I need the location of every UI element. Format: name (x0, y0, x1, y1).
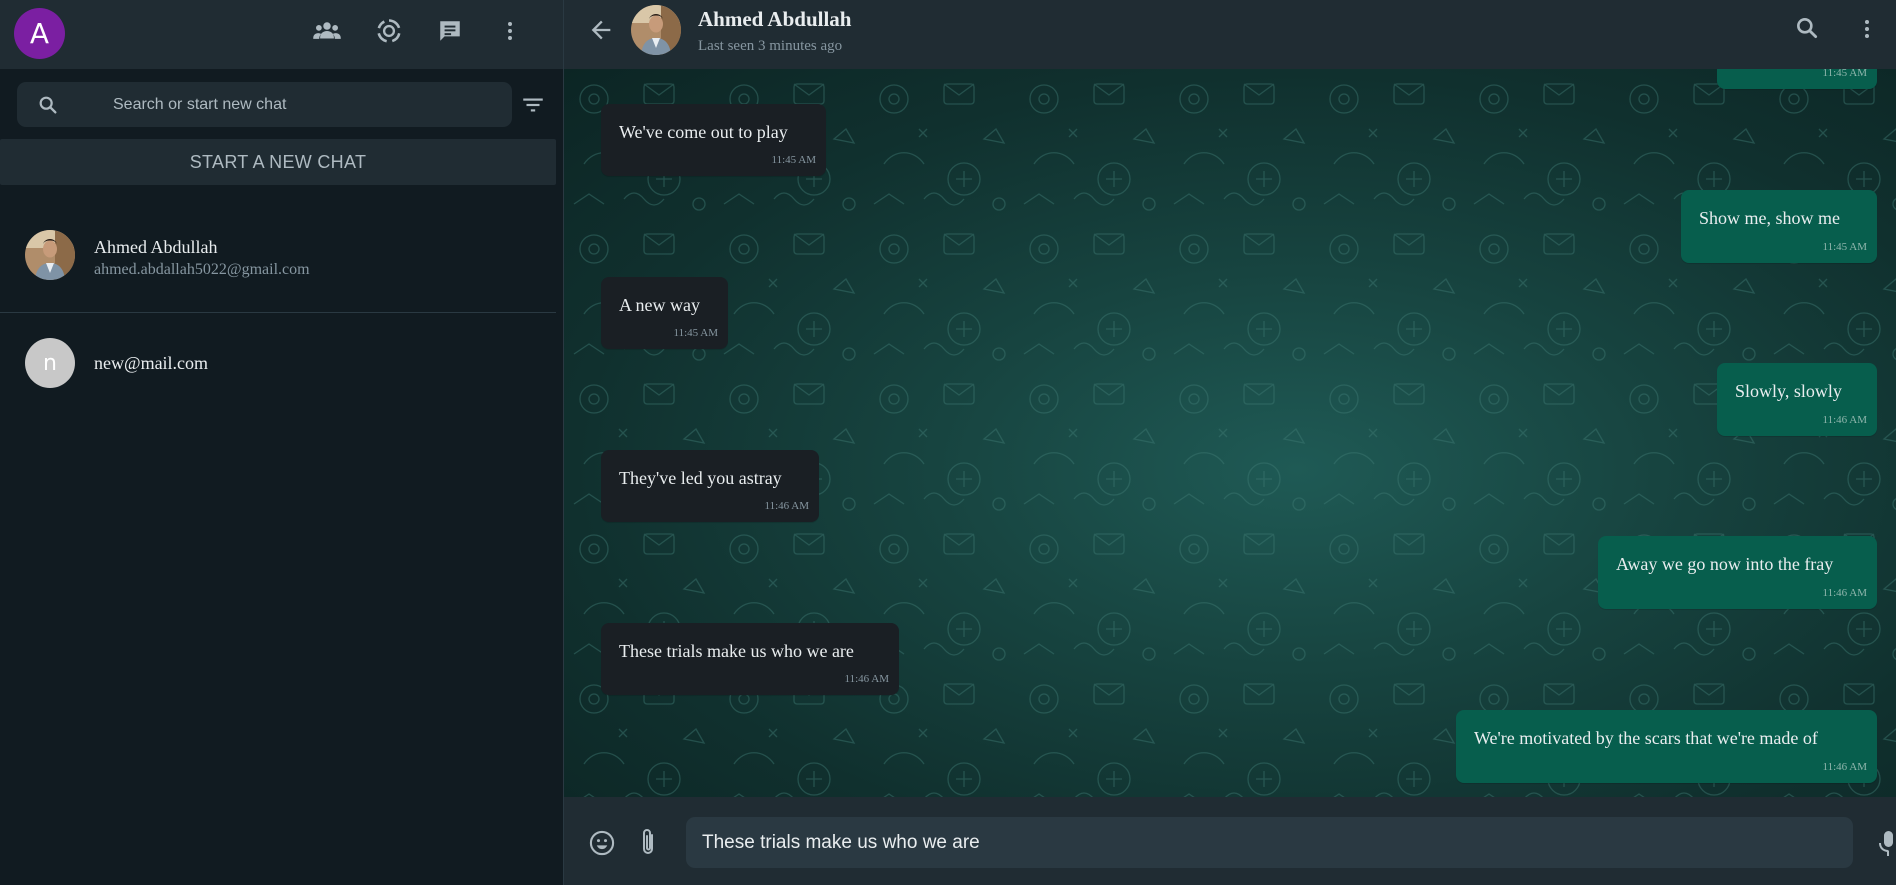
search-icon[interactable] (1794, 15, 1824, 45)
search-bar (17, 82, 512, 127)
message-outgoing[interactable]: Slowly, slowly 11:46 AM (1717, 363, 1877, 436)
contact-name: Ahmed Abdullah (94, 237, 218, 257)
message-time: 11:46 AM (1822, 587, 1867, 599)
message-text: We're motivated by the scars that we're … (1474, 728, 1818, 748)
message-text: Slowly, slowly (1735, 381, 1842, 401)
message-incoming[interactable]: These trials make us who we are 11:46 AM (601, 623, 899, 695)
chat-contact-name[interactable]: Ahmed Abdullah (698, 7, 851, 32)
menu-icon[interactable] (495, 16, 525, 46)
contact-avatar: n (25, 338, 75, 388)
microphone-icon[interactable] (1872, 827, 1896, 859)
start-new-chat-button[interactable]: START A NEW CHAT (0, 139, 556, 185)
my-avatar[interactable]: A (14, 8, 65, 59)
new-chat-icon[interactable] (435, 16, 465, 46)
sidebar-header: A (0, 0, 563, 69)
message-time: 11:46 AM (764, 500, 809, 512)
last-seen-status: Last seen 3 minutes ago (698, 38, 843, 54)
message-text: Away we go now into the fray (1616, 554, 1834, 574)
message-time: 11:45 AM (771, 154, 816, 166)
message-text: We've come out to play (619, 122, 788, 142)
message-time: 11:46 AM (844, 673, 889, 685)
message-time: 11:46 AM (1822, 761, 1867, 773)
message-time: 11:45 AM (1822, 69, 1867, 79)
contact-name: new@mail.com (94, 353, 209, 373)
chat-menu-icon[interactable] (1855, 16, 1879, 46)
message-outgoing[interactable]: Show me, show me 11:45 AM (1681, 190, 1877, 263)
message-outgoing[interactable]: 11:45 AM (1717, 69, 1877, 89)
community-icon[interactable] (312, 16, 342, 46)
contact-item[interactable]: n new@mail.com (0, 316, 556, 412)
message-time: 11:45 AM (673, 327, 718, 339)
chat-header: Ahmed Abdullah Last seen 3 minutes ago (564, 0, 1896, 69)
message-outgoing[interactable]: We're motivated by the scars that we're … (1456, 710, 1877, 783)
contact-divider (0, 312, 556, 313)
message-incoming[interactable]: We've come out to play 11:45 AM (601, 104, 826, 176)
message-text: These trials make us who we are (619, 641, 854, 661)
message-text: A new way (619, 295, 700, 315)
search-icon[interactable] (37, 94, 59, 116)
attach-icon[interactable] (636, 827, 664, 859)
chat-messages-area[interactable]: 11:45 AM We've come out to play 11:45 AM… (564, 69, 1896, 797)
contact-email: ahmed.abdallah5022@gmail.com (94, 261, 310, 278)
whatsapp-clone-app: A Search or start new chat START A NEW C… (0, 0, 1896, 885)
message-time: 11:45 AM (1822, 241, 1867, 253)
sidebar: A Search or start new chat START A NEW C… (0, 0, 564, 885)
message-input[interactable] (686, 817, 1853, 868)
back-arrow-icon[interactable] (587, 16, 617, 46)
message-incoming[interactable]: A new way 11:45 AM (601, 277, 728, 349)
emoji-icon[interactable] (588, 829, 616, 857)
filter-icon[interactable] (520, 92, 546, 118)
chat-panel: Ahmed Abdullah Last seen 3 minutes ago 1… (564, 0, 1896, 885)
chat-contact-avatar[interactable] (631, 5, 681, 55)
search-input[interactable] (111, 92, 495, 118)
message-time: 11:46 AM (1822, 414, 1867, 426)
contact-avatar (25, 230, 75, 280)
message-outgoing[interactable]: Away we go now into the fray 11:46 AM (1598, 536, 1877, 609)
message-composer (564, 797, 1896, 885)
message-text: They've led you astray (619, 468, 782, 488)
status-icon[interactable] (374, 16, 404, 46)
message-text: Show me, show me (1699, 208, 1840, 228)
message-incoming[interactable]: They've led you astray 11:46 AM (601, 450, 819, 522)
contact-item[interactable]: Ahmed Abdullah ahmed.abdallah5022@gmail.… (0, 206, 556, 302)
